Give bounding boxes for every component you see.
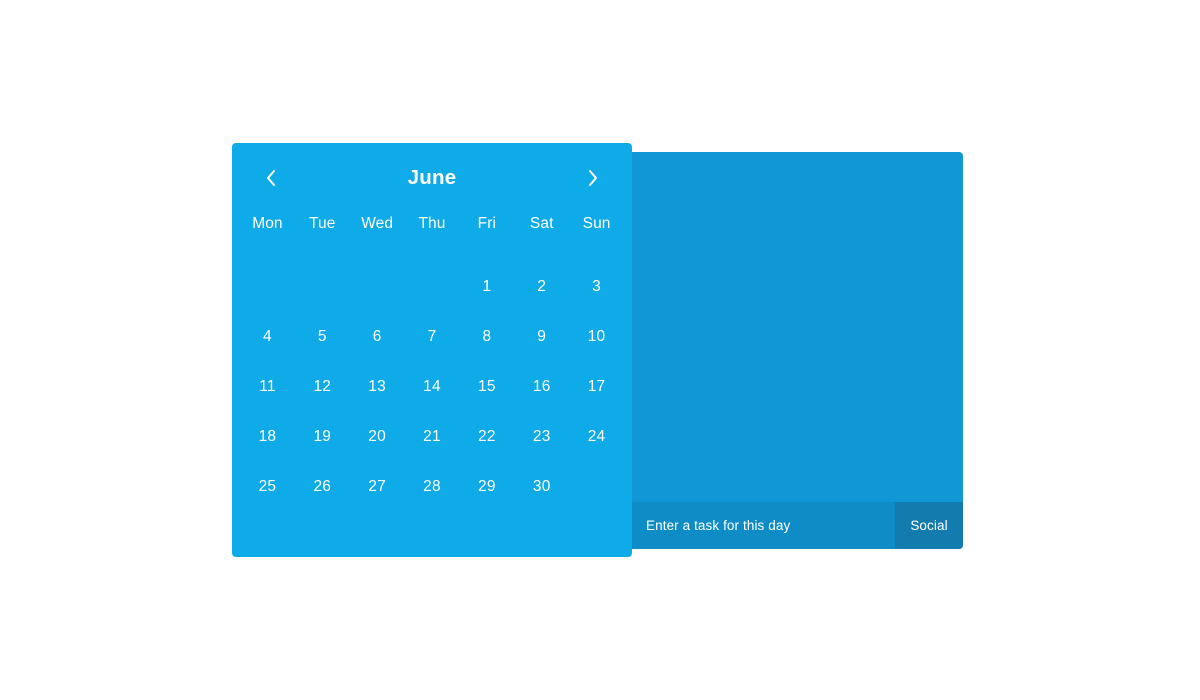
- weekday-label-sat: Sat: [529, 215, 554, 232]
- chevron-right-icon: [587, 169, 599, 187]
- day-cell[interactable]: 18: [240, 412, 295, 462]
- day-cell-empty: [350, 262, 405, 312]
- day-cell[interactable]: 25: [240, 462, 295, 512]
- calendar-header: June: [232, 143, 632, 213]
- day-cell[interactable]: 8: [459, 312, 514, 362]
- day-cell[interactable]: 27: [350, 462, 405, 512]
- day-cell[interactable]: 16: [514, 362, 569, 412]
- task-list-area: [632, 152, 963, 502]
- day-cell[interactable]: 15: [459, 362, 514, 412]
- weekday-label-sun: Sun: [582, 215, 611, 232]
- task-panel: Social: [632, 152, 963, 549]
- calendar-panel: June Mon Tue Wed Thu Fri Sat Sun 1 2 3 4 5 6 7 8 9 10 11…: [232, 143, 632, 557]
- day-cell[interactable]: 30: [514, 462, 569, 512]
- day-cell[interactable]: 21: [405, 412, 460, 462]
- calendar-days-grid: 1 2 3 4 5 6 7 8 9 10 11 12 13 14 15 16 17 18 19 20 21 22 23 24 2…: [232, 262, 632, 512]
- task-category-label: Social: [910, 518, 948, 533]
- day-cell[interactable]: 22: [459, 412, 514, 462]
- day-cell[interactable]: 2: [514, 262, 569, 312]
- day-cell[interactable]: 1: [459, 262, 514, 312]
- app-root: Social June MonTueWe: [0, 0, 1200, 700]
- day-cell[interactable]: 24: [569, 412, 624, 462]
- day-cell[interactable]: 17: [569, 362, 624, 412]
- next-month-button[interactable]: [576, 161, 610, 195]
- day-cell-empty: [569, 462, 624, 512]
- weekday-label-fri: Fri: [477, 215, 497, 232]
- day-cell[interactable]: 6: [350, 312, 405, 362]
- day-cell[interactable]: 23: [514, 412, 569, 462]
- calendar-month-title: June: [407, 165, 457, 189]
- day-cell[interactable]: 19: [295, 412, 350, 462]
- weekday-header-row: Mon Tue Wed Thu Fri Sat Sun: [232, 211, 632, 237]
- day-cell[interactable]: 13: [350, 362, 405, 412]
- day-cell[interactable]: 10: [569, 312, 624, 362]
- task-input[interactable]: [632, 502, 895, 549]
- task-entry-bar: Social: [632, 502, 963, 549]
- day-cell-empty: [295, 262, 350, 312]
- day-cell[interactable]: 7: [405, 312, 460, 362]
- day-cell[interactable]: 29: [459, 462, 514, 512]
- day-cell[interactable]: 11: [240, 362, 295, 412]
- day-cell[interactable]: 14: [405, 362, 460, 412]
- weekday-label-thu: Thu: [418, 215, 446, 232]
- day-cell-empty: [405, 262, 460, 312]
- day-cell[interactable]: 28: [405, 462, 460, 512]
- day-cell[interactable]: 9: [514, 312, 569, 362]
- weekday-label-mon: Mon: [252, 215, 283, 232]
- day-cell[interactable]: 20: [350, 412, 405, 462]
- day-cell[interactable]: 5: [295, 312, 350, 362]
- day-cell[interactable]: 26: [295, 462, 350, 512]
- prev-month-button[interactable]: [254, 161, 288, 195]
- weekday-label-wed: Wed: [361, 215, 394, 232]
- day-cell[interactable]: 3: [569, 262, 624, 312]
- chevron-left-icon: [265, 169, 277, 187]
- day-cell[interactable]: 4: [240, 312, 295, 362]
- day-cell[interactable]: 12: [295, 362, 350, 412]
- weekday-label-tue: Tue: [309, 215, 336, 232]
- day-cell-empty: [240, 262, 295, 312]
- task-category-button[interactable]: Social: [895, 502, 963, 549]
